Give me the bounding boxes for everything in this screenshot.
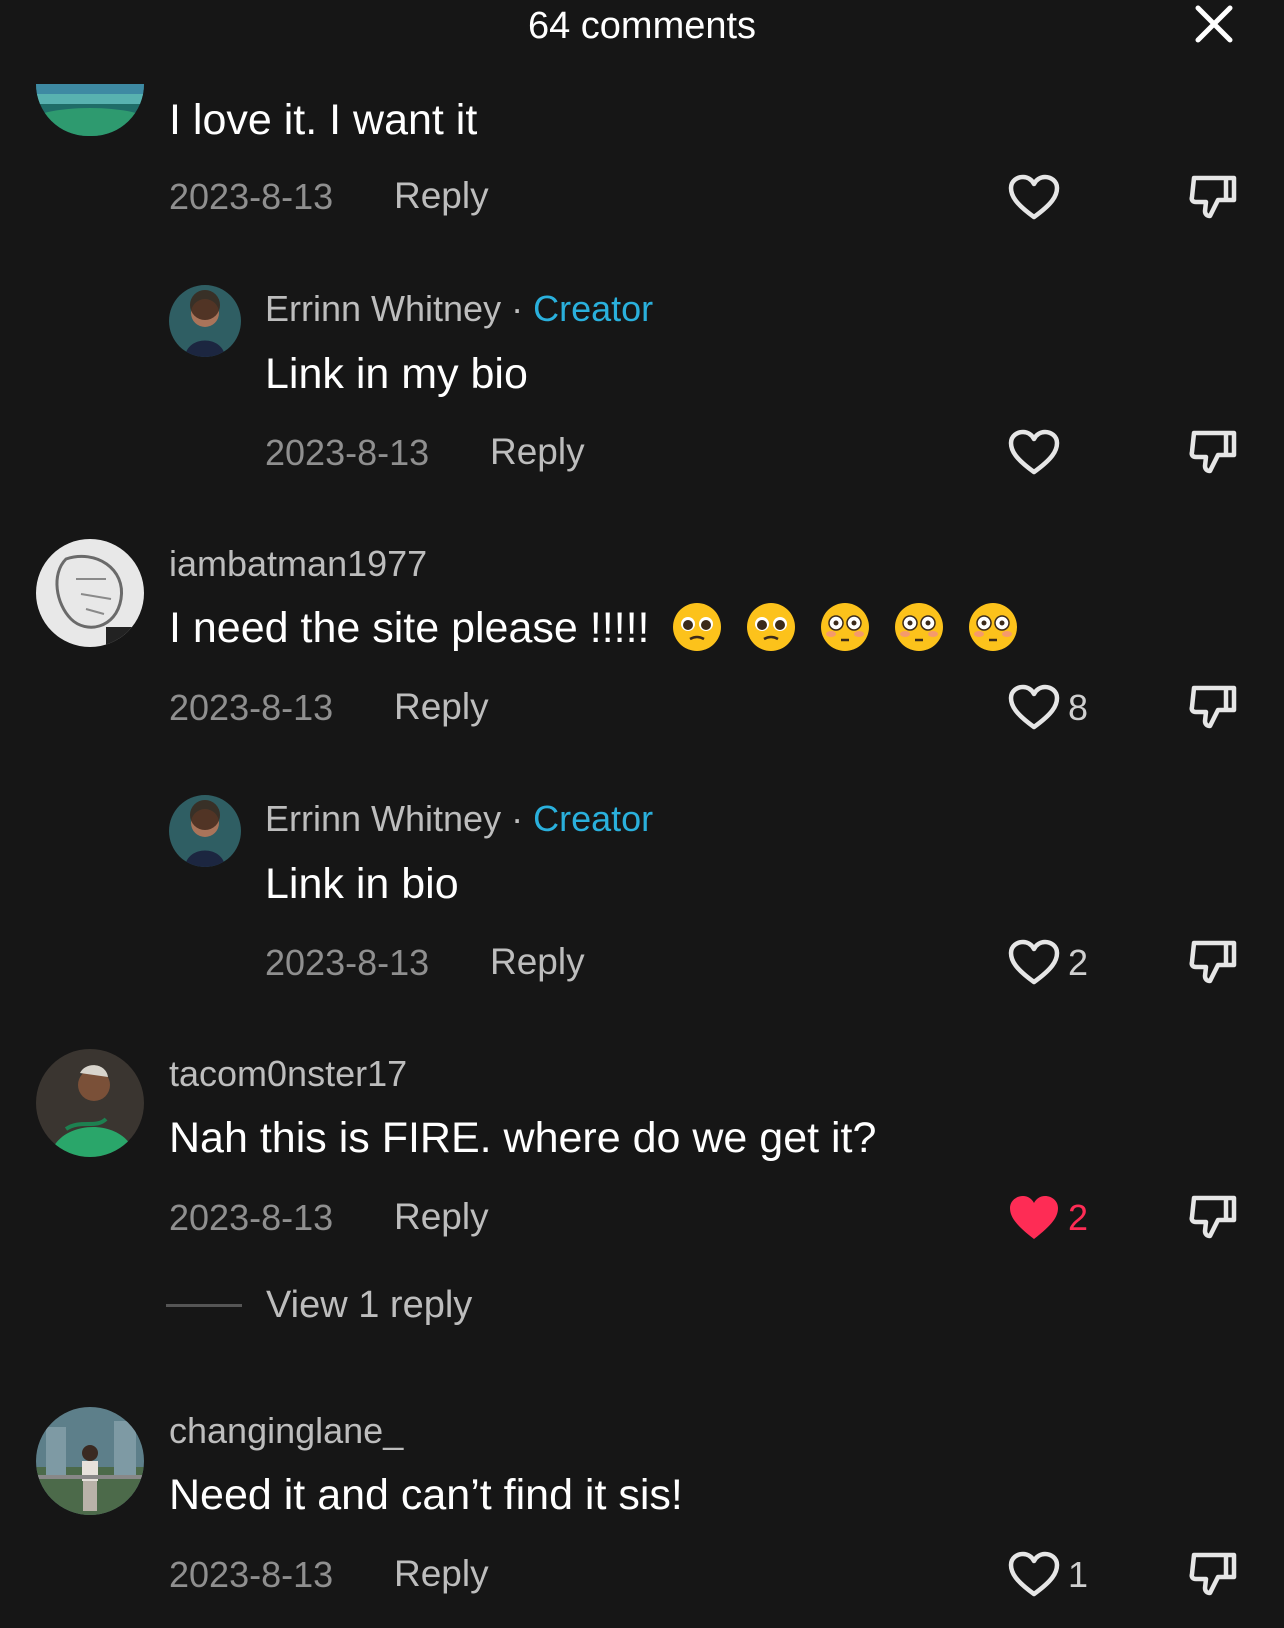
avatar[interactable] — [36, 1407, 144, 1515]
heart-outline-icon — [1008, 1551, 1060, 1597]
separator-dot: · — [511, 288, 524, 329]
like-button[interactable]: 1 — [1008, 1549, 1088, 1601]
username[interactable]: Errinn Whitney · Creator — [265, 798, 653, 840]
comment-text: Nah this is FIRE. where do we get it? — [169, 1114, 877, 1162]
username-text: Errinn Whitney — [265, 288, 502, 329]
separator-dot: · — [511, 798, 524, 839]
avatar[interactable] — [36, 539, 144, 647]
like-count: 2 — [1068, 1197, 1089, 1238]
reply-button[interactable]: Reply — [394, 1196, 489, 1238]
dislike-icon[interactable] — [1186, 680, 1240, 734]
comment-text: Link in bio — [265, 860, 459, 908]
like-button[interactable]: 2 — [1008, 937, 1088, 989]
username[interactable]: tacom0nster17 — [169, 1053, 407, 1095]
heart-outline-icon — [1008, 939, 1060, 985]
like-count: 8 — [1068, 687, 1089, 728]
like-count: 2 — [1068, 942, 1089, 983]
comment-text: I need the site please !!!!! — [169, 602, 1019, 657]
reply-button[interactable]: Reply — [394, 1553, 489, 1595]
like-count: 1 — [1068, 1554, 1089, 1595]
reply-button[interactable]: Reply — [490, 941, 585, 983]
like-button[interactable] — [1008, 427, 1060, 479]
creator-badge: Creator — [533, 798, 654, 839]
comment-date: 2023-8-13 — [169, 176, 334, 217]
heart-outline-icon — [1008, 429, 1060, 475]
username[interactable]: iambatman1977 — [169, 543, 427, 585]
avatar[interactable] — [169, 795, 241, 867]
view-replies-label: View 1 reply — [266, 1284, 473, 1326]
dislike-icon[interactable] — [1186, 1190, 1240, 1244]
close-button[interactable] — [1192, 2, 1236, 46]
heart-outline-icon — [1008, 174, 1060, 220]
dislike-icon[interactable] — [1186, 425, 1240, 479]
comment-text: Link in my bio — [265, 350, 528, 398]
creator-badge: Creator — [533, 288, 654, 329]
comment-date: 2023-8-13 — [169, 1197, 334, 1238]
dislike-icon[interactable] — [1186, 1547, 1240, 1601]
username-text: Errinn Whitney — [265, 798, 502, 839]
flushed-face-emoji — [821, 602, 870, 651]
like-button[interactable]: 2 — [1008, 1192, 1088, 1244]
flushed-face-emoji — [969, 602, 1018, 651]
comment-date: 2023-8-13 — [169, 687, 334, 728]
avatar[interactable] — [36, 84, 144, 136]
close-icon — [1195, 5, 1233, 43]
heart-outline-icon — [1008, 684, 1060, 730]
pleading-face-emoji — [747, 602, 796, 651]
reply-button[interactable]: Reply — [490, 431, 585, 473]
like-button[interactable] — [1008, 172, 1060, 224]
comment-date: 2023-8-13 — [169, 1554, 334, 1595]
comment-text-content: I need the site please !!!!! — [169, 604, 650, 652]
pleading-face-emoji — [673, 602, 722, 651]
username[interactable]: changinglane_ — [169, 1410, 403, 1452]
like-button[interactable]: 8 — [1008, 682, 1088, 734]
comment-date: 2023-8-13 — [265, 432, 430, 473]
divider-line — [166, 1304, 242, 1307]
avatar[interactable] — [36, 1049, 144, 1157]
comment-date: 2023-8-13 — [265, 942, 430, 983]
avatar[interactable] — [169, 285, 241, 357]
flushed-face-emoji — [895, 602, 944, 651]
reply-button[interactable]: Reply — [394, 175, 489, 217]
dislike-icon[interactable] — [1186, 170, 1240, 224]
heart-filled-icon — [1010, 1196, 1058, 1239]
comments-count-title: 64 comments — [527, 5, 757, 47]
username[interactable]: Errinn Whitney · Creator — [265, 288, 653, 330]
dislike-icon[interactable] — [1186, 935, 1240, 989]
comment-text: Need it and can’t find it sis! — [169, 1471, 683, 1519]
view-replies-button[interactable]: View 1 reply — [166, 1284, 472, 1327]
reply-button[interactable]: Reply — [394, 686, 489, 728]
comment-text: I love it. I want it — [169, 96, 478, 144]
